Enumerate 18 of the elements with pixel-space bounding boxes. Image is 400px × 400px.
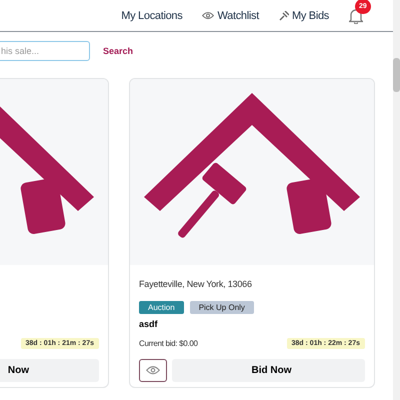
location-text: Fayetteville, New York, 13066 xyxy=(139,279,252,289)
gavel-icon xyxy=(278,10,289,20)
search-field[interactable]: his sale... xyxy=(0,41,90,61)
nav-link[interactable]: My Locations xyxy=(121,10,182,22)
nav-link[interactable]: My Bids xyxy=(278,10,329,22)
tag: Pick Up Only xyxy=(190,301,254,314)
nav-link[interactable]: Watchlist xyxy=(202,10,259,22)
tag: Auction xyxy=(139,301,184,314)
bid-now-button[interactable]: Bid Now xyxy=(172,359,365,382)
scrollbar-thumb[interactable] xyxy=(393,58,400,92)
current-bid: Current bid: $0.00 xyxy=(139,339,198,348)
eye-icon xyxy=(202,12,214,20)
bid-now-button[interactable]: Now xyxy=(0,359,99,382)
eye-icon xyxy=(146,366,160,375)
bell-icon[interactable] xyxy=(349,8,363,24)
listing-title: asdf xyxy=(139,319,158,329)
watch-button[interactable] xyxy=(139,359,167,382)
search-link[interactable]: Search xyxy=(103,46,134,56)
